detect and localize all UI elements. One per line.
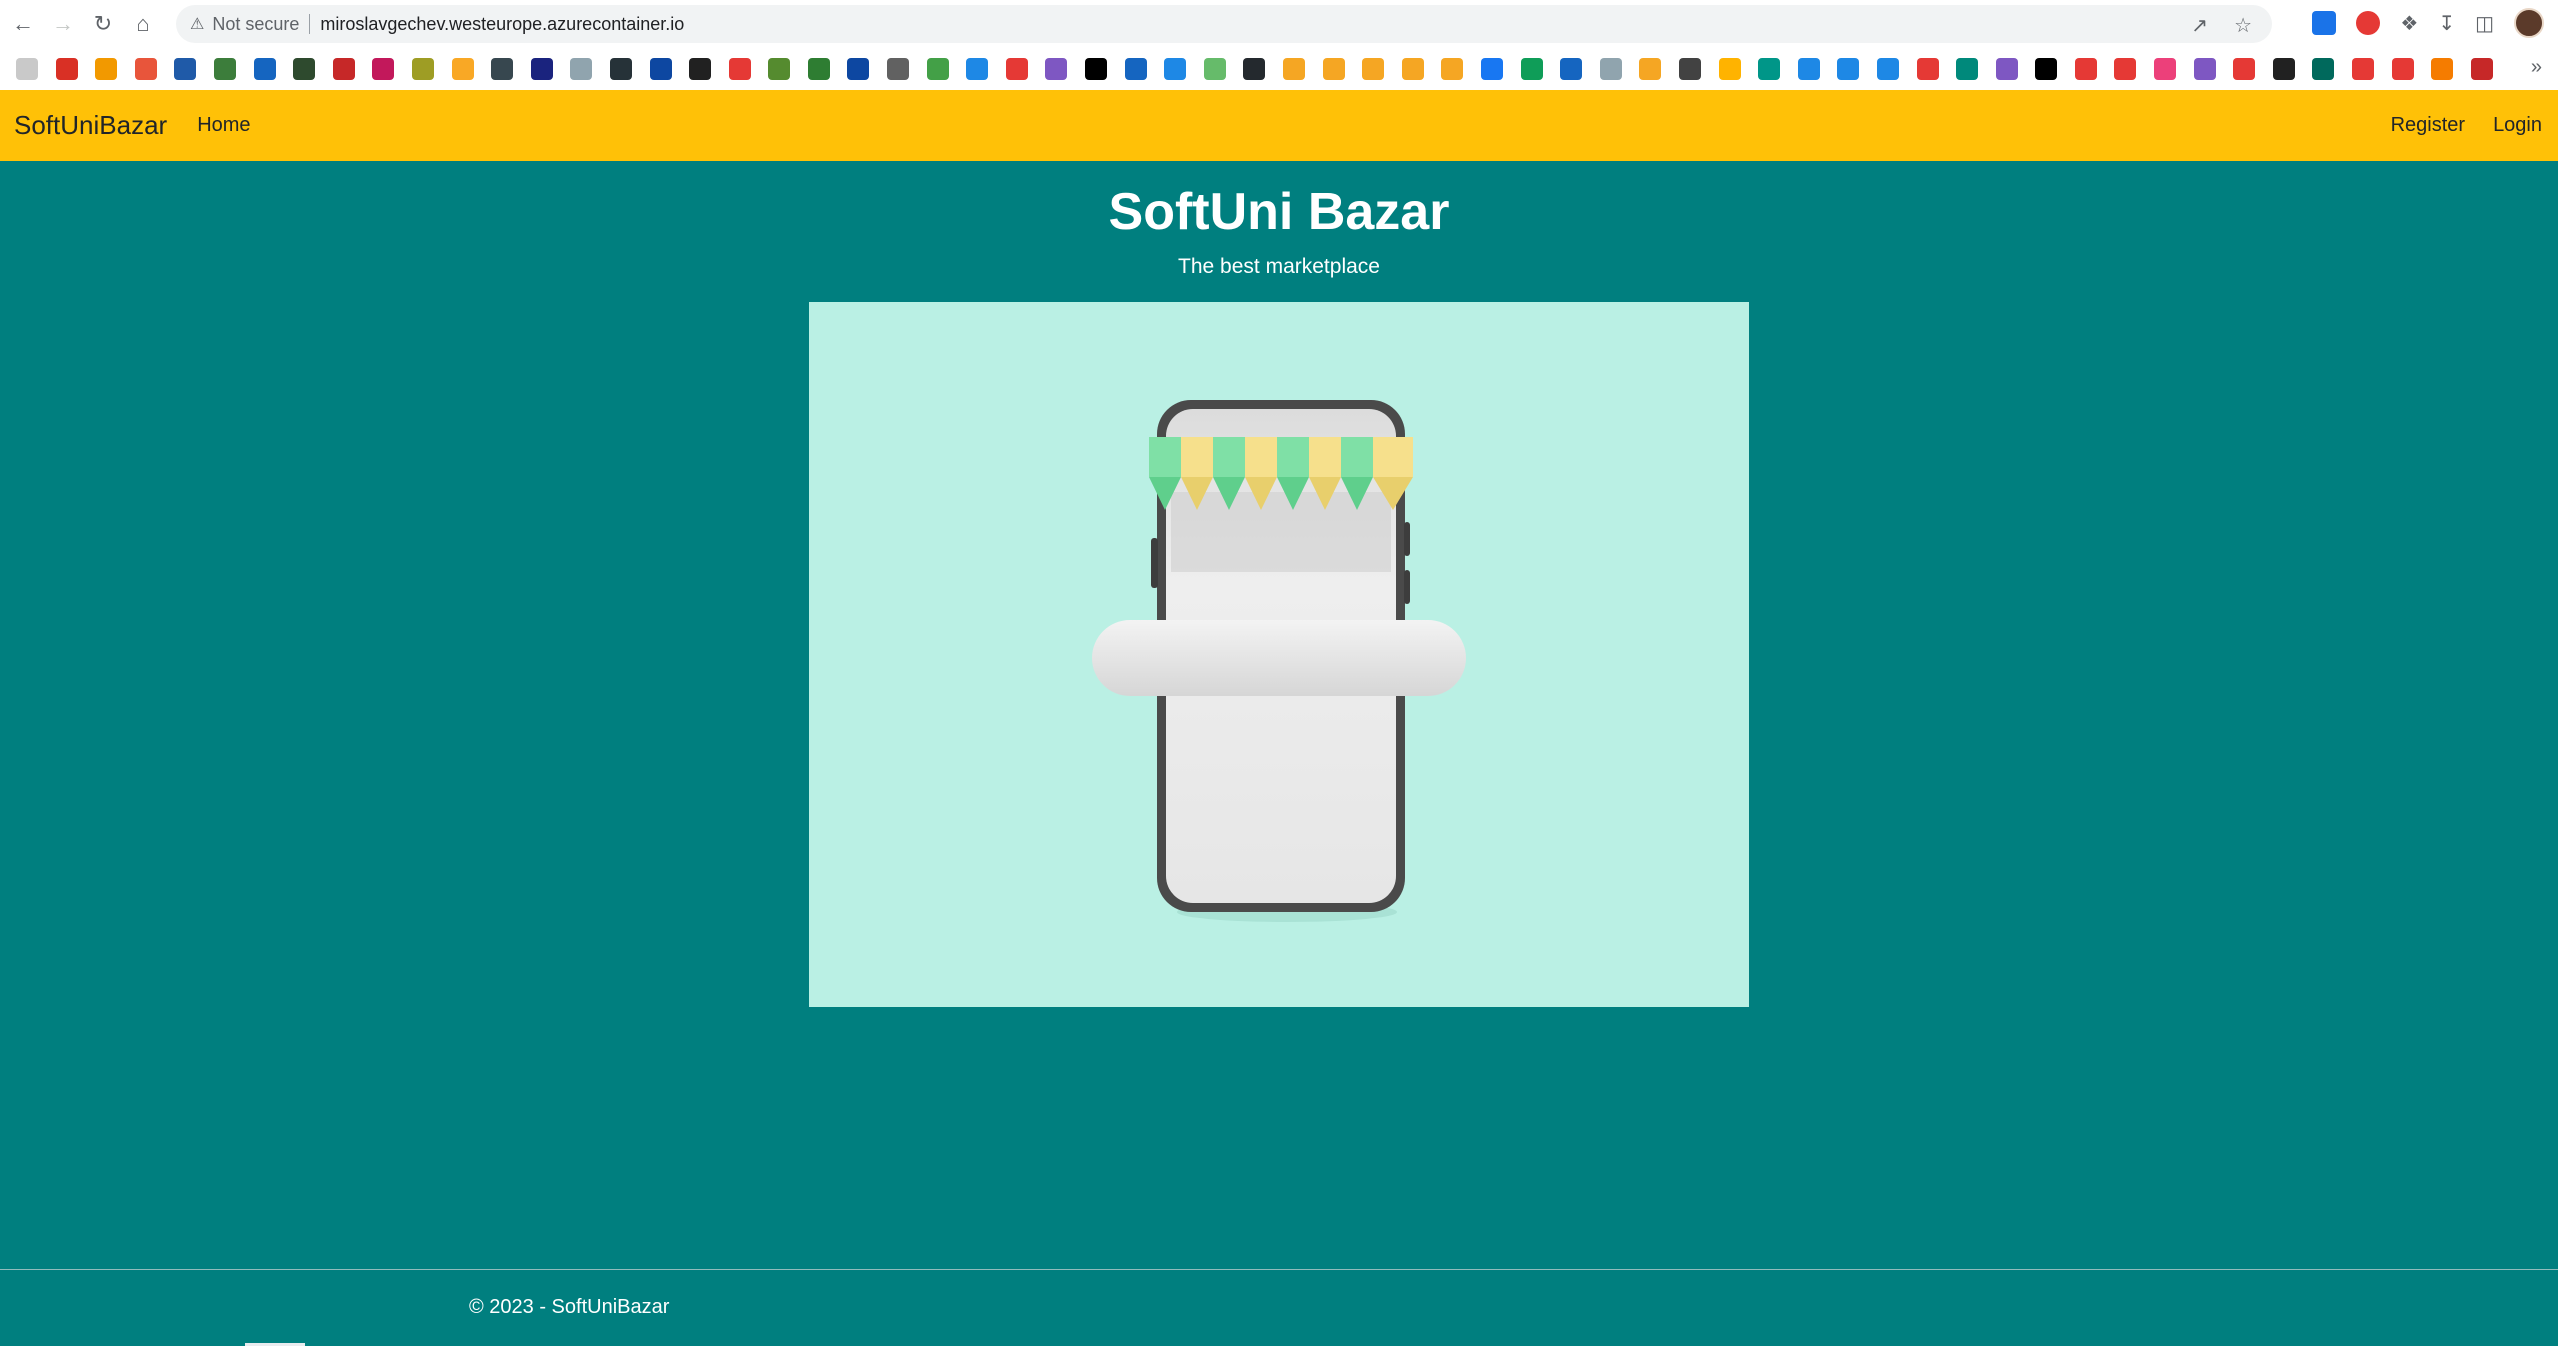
hero-image bbox=[809, 302, 1749, 1007]
bookmark-icon[interactable] bbox=[1322, 58, 1345, 80]
back-icon[interactable]: ← bbox=[6, 7, 40, 41]
bookmark-icon[interactable] bbox=[2431, 58, 2454, 80]
bookmark-icon[interactable] bbox=[1401, 58, 1424, 80]
bookmark-icon[interactable] bbox=[491, 58, 514, 80]
bookmark-icon[interactable] bbox=[1995, 58, 2018, 80]
security-label[interactable]: Not secure bbox=[212, 14, 299, 35]
bookmark-icon[interactable] bbox=[1718, 58, 1741, 80]
bookmark-icon[interactable] bbox=[1956, 58, 1979, 80]
nav-right: Register Login bbox=[2391, 90, 2542, 161]
shop-phone-illustration bbox=[1092, 400, 1466, 922]
bookmark-icon[interactable] bbox=[451, 58, 474, 80]
bookmark-icon[interactable] bbox=[2193, 58, 2216, 80]
bookmark-icon[interactable] bbox=[1124, 58, 1147, 80]
bookmark-icon[interactable] bbox=[1678, 58, 1701, 80]
nav-home-link[interactable]: Home bbox=[197, 114, 250, 137]
bookmark-icon[interactable] bbox=[213, 58, 236, 80]
extension-toolbar: ❖ ↧ ◫ bbox=[2312, 8, 2544, 38]
counter-shelf bbox=[1092, 620, 1466, 696]
bookmark-icon[interactable] bbox=[16, 58, 38, 80]
bookmark-icon[interactable] bbox=[1916, 58, 1939, 80]
warning-icon[interactable]: ⚠ bbox=[190, 14, 204, 34]
bookmark-star-icon[interactable]: ☆ bbox=[2234, 13, 2252, 38]
bookmark-icon[interactable] bbox=[966, 58, 989, 80]
bookmark-icon[interactable] bbox=[1599, 58, 1622, 80]
site-navbar: SoftUniBazar Home Register Login bbox=[0, 90, 2558, 161]
login-link[interactable]: Login bbox=[2493, 114, 2542, 137]
bookmark-icon[interactable] bbox=[887, 58, 910, 80]
bookmark-icon[interactable] bbox=[95, 58, 118, 80]
register-link[interactable]: Register bbox=[2391, 114, 2465, 137]
bookmark-icon[interactable] bbox=[2352, 58, 2375, 80]
bookmark-icon[interactable] bbox=[1005, 58, 1028, 80]
bookmark-icon[interactable] bbox=[2114, 58, 2137, 80]
bookmark-icon[interactable] bbox=[2074, 58, 2097, 80]
profile-avatar[interactable] bbox=[2514, 8, 2544, 38]
address-separator bbox=[309, 14, 311, 34]
bookmark-icon[interactable] bbox=[1441, 58, 1464, 80]
bookmark-icon[interactable] bbox=[332, 58, 355, 80]
bookmarks-bar bbox=[0, 52, 2558, 86]
forward-icon[interactable]: → bbox=[46, 7, 80, 41]
bookmark-icon[interactable] bbox=[2312, 58, 2335, 80]
bookmark-icon[interactable] bbox=[2233, 58, 2256, 80]
footer-copyright: © 2023 - SoftUniBazar bbox=[469, 1296, 670, 1318]
bookmark-icon[interactable] bbox=[1362, 58, 1385, 80]
bookmark-icon[interactable] bbox=[1243, 58, 1266, 80]
bookmark-icon[interactable] bbox=[411, 58, 434, 80]
bookmark-icon[interactable] bbox=[530, 58, 553, 80]
bookmark-icon[interactable] bbox=[570, 58, 593, 80]
bookmark-icon[interactable] bbox=[1876, 58, 1899, 80]
bookmark-icon[interactable] bbox=[174, 58, 197, 80]
home-icon[interactable]: ⌂ bbox=[126, 7, 160, 41]
bookmark-icon[interactable] bbox=[1560, 58, 1583, 80]
address-bar[interactable]: ⚠ Not secure miroslavgechev.westeurope.a… bbox=[176, 5, 2272, 43]
bookmark-icon[interactable] bbox=[1797, 58, 1820, 80]
bookmark-icon[interactable] bbox=[1639, 58, 1662, 80]
bookmark-icon[interactable] bbox=[372, 58, 395, 80]
bookmark-icon[interactable] bbox=[2035, 58, 2058, 80]
bookmark-icon[interactable] bbox=[1085, 58, 1108, 80]
bookmark-icon[interactable] bbox=[253, 58, 276, 80]
bookmark-icon[interactable] bbox=[1480, 58, 1503, 80]
bookmark-icon[interactable] bbox=[2272, 58, 2295, 80]
bookmark-icon[interactable] bbox=[847, 58, 870, 80]
footer-divider bbox=[0, 1269, 2558, 1270]
bookmark-icon[interactable] bbox=[768, 58, 791, 80]
bookmark-icon[interactable] bbox=[807, 58, 830, 80]
bookmark-icon[interactable] bbox=[1203, 58, 1226, 80]
bookmark-icon[interactable] bbox=[2470, 58, 2493, 80]
download-icon[interactable]: ↧ bbox=[2438, 11, 2455, 36]
bookmark-icon[interactable] bbox=[1837, 58, 1860, 80]
side-panel-icon[interactable]: ◫ bbox=[2475, 11, 2494, 36]
page-subtitle: The best marketplace bbox=[1178, 255, 1380, 278]
bookmark-icon[interactable] bbox=[1283, 58, 1305, 80]
bookmark-icon[interactable] bbox=[1164, 58, 1187, 80]
share-icon[interactable]: ↗ bbox=[2191, 13, 2208, 38]
bookmark-icon[interactable] bbox=[55, 58, 78, 80]
extension-icon[interactable] bbox=[2312, 11, 2337, 35]
bookmark-icon[interactable] bbox=[728, 58, 751, 80]
bookmark-icon[interactable] bbox=[2154, 58, 2177, 80]
reload-icon[interactable]: ↻ bbox=[86, 7, 120, 41]
page-title: SoftUni Bazar bbox=[1108, 183, 1450, 241]
bookmark-icon[interactable] bbox=[134, 58, 157, 80]
bookmark-icon[interactable] bbox=[1520, 58, 1543, 80]
url-text[interactable]: miroslavgechev.westeurope.azurecontainer… bbox=[320, 14, 684, 35]
bookmark-icon[interactable] bbox=[689, 58, 712, 80]
bookmark-icon[interactable] bbox=[1758, 58, 1781, 80]
bookmark-icon[interactable] bbox=[649, 58, 672, 80]
bookmark-icon[interactable] bbox=[2391, 58, 2414, 80]
browser-toolbar: ← → ↻ ⌂ ⚠ Not secure miroslavgechev.west… bbox=[0, 0, 2558, 90]
brand-link[interactable]: SoftUniBazar bbox=[14, 110, 167, 141]
puzzle-icon[interactable]: ❖ bbox=[2400, 11, 2418, 36]
extension-icon[interactable] bbox=[2356, 11, 2381, 35]
bookmark-icon[interactable] bbox=[1045, 58, 1068, 80]
more-bookmarks-icon[interactable]: » bbox=[2531, 56, 2542, 79]
bookmark-icon[interactable] bbox=[609, 58, 632, 80]
bookmark-icon[interactable] bbox=[293, 58, 316, 80]
bookmark-icon[interactable] bbox=[926, 58, 949, 80]
